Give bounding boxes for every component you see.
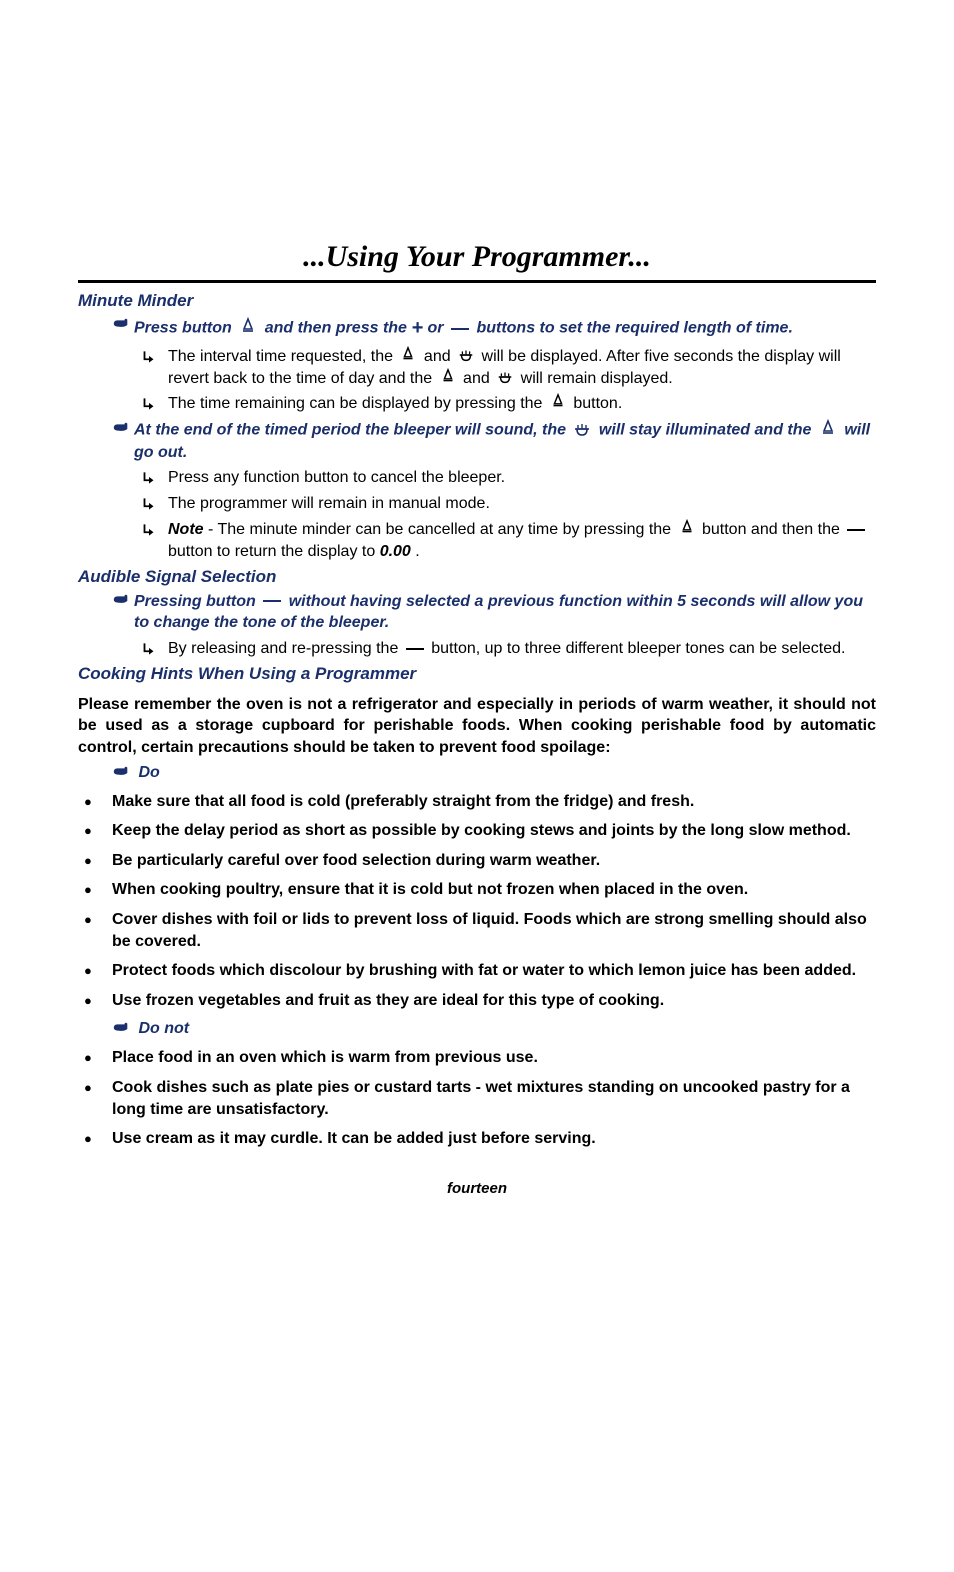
do-heading: Do — [78, 763, 876, 783]
text: and — [424, 348, 455, 365]
arrow-sub-icon — [140, 493, 168, 515]
arrow-sub-icon — [140, 346, 168, 368]
text: Use frozen vegetables and fruit as they … — [112, 990, 664, 1012]
plus-icon: + — [411, 317, 423, 339]
list-item: Cook dishes such as plate pies or custar… — [78, 1077, 876, 1120]
hand-pointer-icon — [112, 1019, 130, 1039]
list-item: Be particularly careful over food select… — [78, 850, 876, 872]
list-item: Use cream as it may curdle. It can be ad… — [78, 1128, 876, 1150]
arrow-sub-icon — [140, 393, 168, 415]
instruction-end-of-period: At the end of the timed period the bleep… — [78, 419, 876, 463]
text: button and then the — [702, 521, 844, 538]
text: buttons to set the required length of ti… — [476, 320, 792, 337]
note-label: Note — [168, 521, 204, 538]
text: The programmer will remain in manual mod… — [168, 493, 876, 515]
page-number: fourteen — [78, 1180, 876, 1197]
cooking-intro-paragraph: Please remember the oven is not a refrig… — [78, 694, 876, 759]
bell-icon — [399, 346, 417, 368]
instruction-pressing-minus: Pressing button without having selected … — [78, 591, 876, 634]
section-heading-cooking-hints: Cooking Hints When Using a Programmer — [78, 664, 876, 684]
list-item: Make sure that all food is cold (prefera… — [78, 791, 876, 813]
sub-item-cancel-bleeper: Press any function button to cancel the … — [78, 467, 876, 489]
sub-item-bleeper-tones: By releasing and re-pressing the button,… — [78, 638, 876, 660]
text: Place food in an oven which is warm from… — [112, 1047, 538, 1069]
list-item: Keep the delay period as short as possib… — [78, 820, 876, 842]
hand-pointer-icon — [112, 591, 130, 611]
sub-item-note-cancel: Note - The minute minder can be cancelle… — [78, 519, 876, 562]
text: will stay illuminated and the — [599, 422, 816, 439]
text: When cooking poultry, ensure that it is … — [112, 879, 748, 901]
instruction-press-bell: Press button and then press the + or but… — [78, 315, 876, 342]
do-not-label: Do not — [138, 1021, 189, 1038]
pot-icon — [457, 346, 475, 368]
text: or — [428, 320, 448, 337]
text: - The minute minder can be cancelled at … — [208, 521, 676, 538]
minus-icon — [847, 529, 865, 531]
page-title: ...Using Your Programmer... — [303, 240, 651, 274]
page: ...Using Your Programmer... Minute Minde… — [0, 0, 954, 1237]
text: Use cream as it may curdle. It can be ad… — [112, 1128, 596, 1150]
text: Make sure that all food is cold (prefera… — [112, 791, 694, 813]
text: button to return the display to — [168, 543, 380, 560]
text: Cook dishes such as plate pies or custar… — [112, 1077, 876, 1120]
text: button. — [573, 395, 622, 412]
hand-pointer-icon — [112, 315, 130, 335]
list-item: When cooking poultry, ensure that it is … — [78, 879, 876, 901]
text: At the end of the timed period the bleep… — [134, 422, 570, 439]
sub-item-interval-display: The interval time requested, the and wil… — [78, 346, 876, 389]
sub-item-time-remaining: The time remaining can be displayed by p… — [78, 393, 876, 415]
bell-icon — [678, 519, 696, 541]
title-rule — [78, 280, 876, 283]
list-item: Cover dishes with foil or lids to preven… — [78, 909, 876, 952]
do-label: Do — [138, 764, 159, 781]
text: Protect foods which discolour by brushin… — [112, 960, 856, 982]
text: The time remaining can be displayed by p… — [168, 395, 547, 412]
section-heading-audible-signal: Audible Signal Selection — [78, 567, 876, 587]
arrow-sub-icon — [140, 467, 168, 489]
hand-pointer-icon — [112, 419, 130, 439]
zero-value: 0.00 — [380, 543, 411, 560]
minus-icon — [451, 328, 469, 330]
text: Press button — [134, 320, 236, 337]
list-item: Protect foods which discolour by brushin… — [78, 960, 876, 982]
list-item: Use frozen vegetables and fruit as they … — [78, 990, 876, 1012]
text: Be particularly careful over food select… — [112, 850, 600, 872]
list-item: Place food in an oven which is warm from… — [78, 1047, 876, 1069]
text: The interval time requested, the — [168, 348, 393, 365]
bell-icon — [238, 317, 258, 340]
text: Cover dishes with foil or lids to preven… — [112, 909, 876, 952]
minus-icon — [406, 648, 424, 650]
section-heading-minute-minder: Minute Minder — [78, 291, 876, 311]
do-not-list: Place food in an oven which is warm from… — [78, 1047, 876, 1149]
bell-icon — [439, 368, 457, 390]
bell-icon — [549, 393, 567, 415]
text: Keep the delay period as short as possib… — [112, 820, 851, 842]
bell-icon — [818, 419, 838, 442]
hand-pointer-icon — [112, 763, 130, 783]
title-block: ...Using Your Programmer... — [78, 240, 876, 274]
text: and — [463, 370, 494, 387]
arrow-sub-icon — [140, 519, 168, 541]
minus-icon — [263, 600, 281, 602]
sub-item-manual-mode: The programmer will remain in manual mod… — [78, 493, 876, 515]
text: By releasing and re-pressing the — [168, 640, 403, 657]
arrow-sub-icon — [140, 638, 168, 660]
text: and then press the — [265, 320, 412, 337]
text: . — [415, 543, 419, 560]
text: Pressing button — [134, 593, 260, 610]
do-list: Make sure that all food is cold (prefera… — [78, 791, 876, 1012]
pot-icon — [496, 368, 514, 390]
text: Press any function button to cancel the … — [168, 467, 876, 489]
pot-icon — [572, 419, 592, 442]
text: will remain displayed. — [521, 370, 673, 387]
do-not-heading: Do not — [78, 1019, 876, 1039]
text: button, up to three different bleeper to… — [431, 640, 845, 657]
